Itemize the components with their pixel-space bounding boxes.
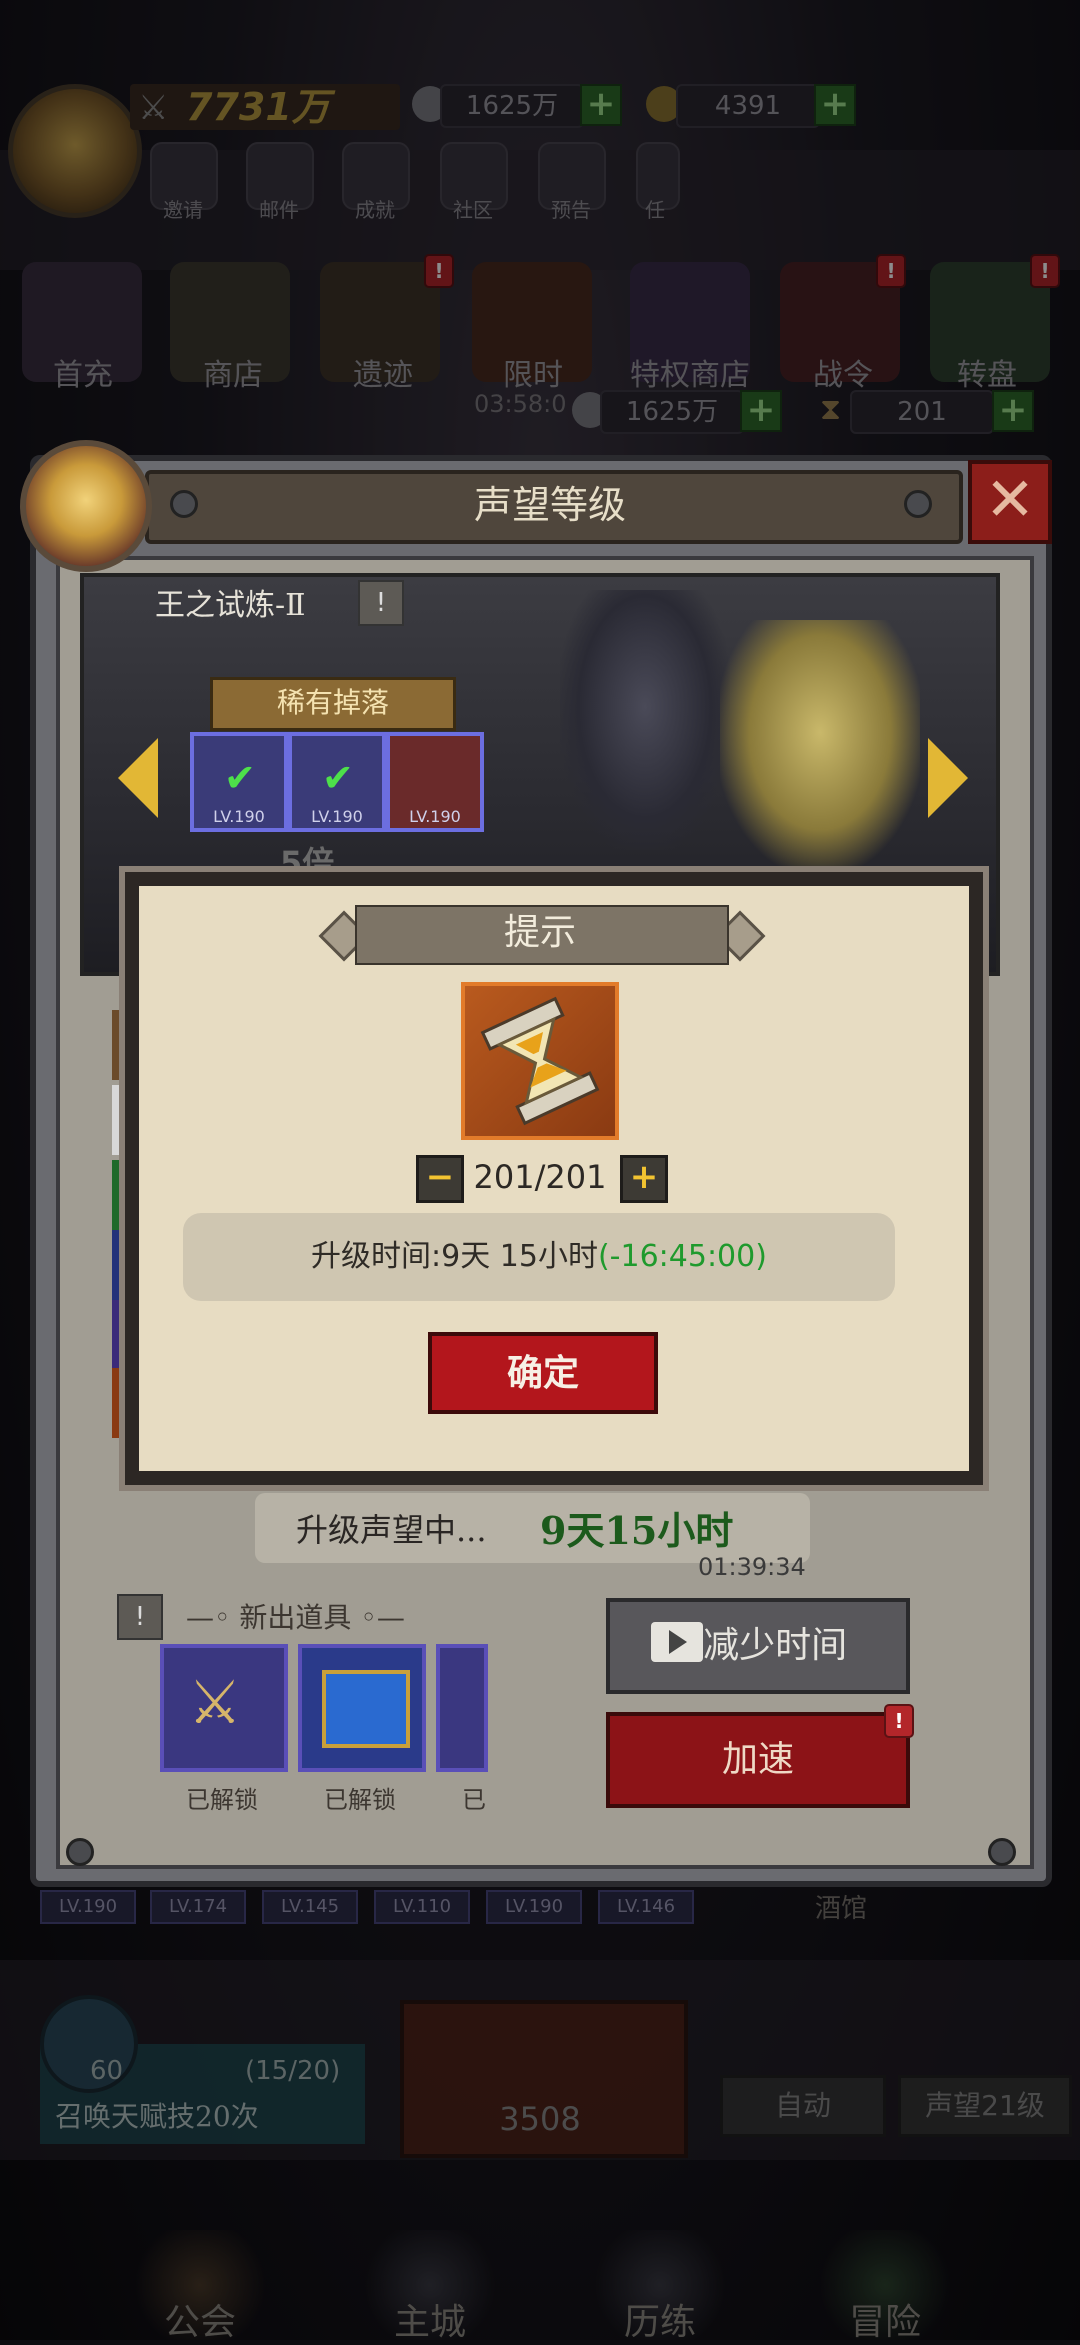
check-icon: ✔ [322,756,354,800]
panel-bolt-bl [66,1838,94,1866]
drop-item-1-level: LV.190 [213,807,265,826]
player-avatar [20,440,152,572]
check-icon: ✔ [224,756,256,800]
hourglass-item [461,982,619,1140]
upgrading-label: 升级声望中... [296,1511,487,1549]
new-item-3[interactable] [436,1644,488,1772]
dialog-title: 提示 [503,912,576,953]
video-icon [651,1622,703,1662]
new-items-title: 新出道具 [239,1601,352,1634]
side-tab-4 [112,1230,126,1300]
next-stage-arrow[interactable] [928,738,968,818]
drop-item-1[interactable]: ✔ LV.190 [190,732,288,832]
new-items-info-button[interactable]: ! [117,1594,163,1640]
panel-bolt-br [988,1838,1016,1866]
new-item-1-icon: ⚔ [188,1668,242,1738]
side-tab-3 [112,1160,126,1230]
prev-stage-arrow[interactable] [118,738,158,818]
drop-item-2-level: LV.190 [311,807,363,826]
increase-button[interactable]: + [620,1155,668,1203]
drop-item-3[interactable]: LV.190 [386,732,484,832]
new-items-label: —◦ 新出道具 ◦— [186,1601,405,1634]
close-button[interactable]: ✕ [968,460,1052,544]
upgrading-remaining-time: 9天15小时 [540,1508,734,1553]
new-item-2-status: 已解锁 [324,1786,396,1814]
side-tab-1 [112,1010,126,1080]
upgrade-time-reduction: (-16:45:00) [597,1239,767,1274]
item-count: 201/201 [473,1158,607,1196]
speed-up-badge: ! [884,1704,914,1738]
side-tab-5 [112,1300,126,1370]
drop-item-3-level: LV.190 [409,807,461,826]
upgrade-time-label: 升级时间:9天 15小时 [311,1239,598,1274]
upgrade-time-text: 升级时间:9天 15小时(-16:45:00) [183,1213,895,1301]
speed-up-label: 加速 [721,1739,794,1780]
confirm-button[interactable]: 确定 [428,1332,658,1414]
drop-item-2[interactable]: ✔ LV.190 [288,732,386,832]
boss-light-knight [720,620,920,870]
side-tab-6 [112,1368,126,1438]
new-item-2-icon [322,1670,410,1748]
panel-title: 声望等级 [473,483,626,527]
boss-dark-knight [560,590,730,850]
new-item-1-status: 已解锁 [186,1786,258,1814]
rare-drop-banner: 稀有掉落 [210,677,456,731]
speed-up-button[interactable]: 加速 [606,1712,910,1808]
stage-info-button[interactable]: ! [358,580,404,626]
side-tab-2 [112,1085,126,1155]
new-item-3-status: 已 [462,1786,486,1814]
upgrading-timer: 01:39:34 [698,1553,806,1581]
hourglass-icon [480,996,600,1126]
confirm-label: 确定 [506,1352,579,1394]
stage-title: 王之试炼-Ⅱ [155,588,306,623]
decrease-button[interactable]: − [416,1155,464,1203]
reduce-time-label: 减少时间 [703,1625,848,1666]
